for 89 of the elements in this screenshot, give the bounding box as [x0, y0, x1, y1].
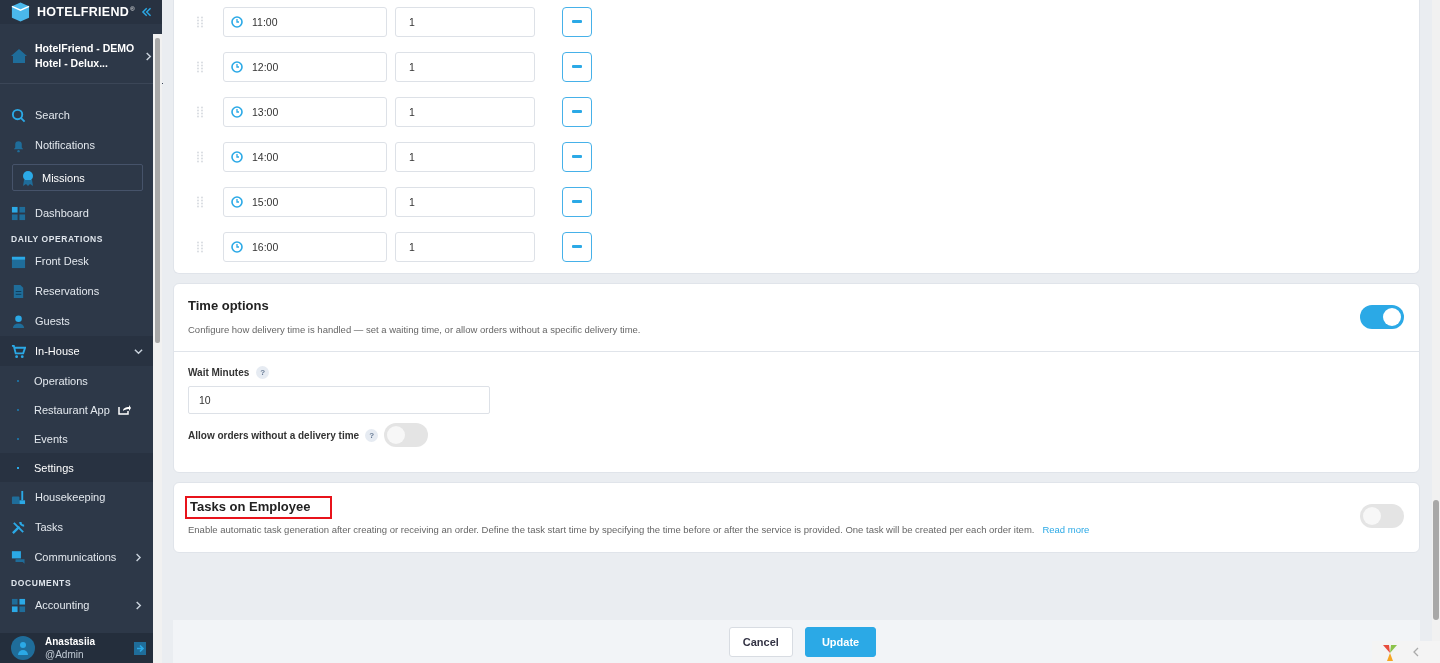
- avatar: [11, 636, 35, 660]
- minus-icon: [572, 65, 582, 68]
- time-field[interactable]: 11:00: [223, 6, 387, 37]
- minus-icon: [572, 110, 582, 113]
- nav-item[interactable]: Notifications: [0, 130, 153, 160]
- drag-handle-icon[interactable]: [197, 15, 203, 28]
- nav-item[interactable]: Accounting: [0, 590, 153, 620]
- clock-icon: [231, 195, 243, 208]
- card-description: Enable automatic task generation after creating or receiving an order. Define the task start time by specifying the time before or after the service is provided. One task will be created per each order item. Read more: [188, 524, 1090, 535]
- clock-icon: [231, 105, 243, 118]
- field-label: Wait Minutes: [188, 367, 250, 378]
- double-chevron-icon[interactable]: [140, 6, 152, 18]
- nav-item[interactable]: Search: [0, 100, 153, 130]
- time-field[interactable]: 16:00: [223, 231, 387, 262]
- toggle-switch[interactable]: [1360, 504, 1404, 528]
- user-name: Anastasiia: [45, 635, 96, 648]
- card-description: Configure how delivery time is handled — set a waiting time, or allow orders without a specific delivery time.: [188, 324, 641, 335]
- subnav-item[interactable]: Settings: [0, 453, 153, 482]
- time-field[interactable]: 14:00: [223, 141, 387, 172]
- logout-icon[interactable]: [134, 641, 146, 655]
- document-icon: [11, 283, 26, 299]
- remove-button[interactable]: [562, 231, 592, 262]
- clock-icon: [231, 15, 243, 28]
- toggle-switch[interactable]: [384, 423, 429, 447]
- chat-icon: [11, 549, 26, 565]
- quantity-field[interactable]: 1: [395, 6, 535, 37]
- minus-icon: [572, 155, 582, 158]
- subnav-item[interactable]: Operations: [0, 366, 153, 395]
- subnav-item[interactable]: Events: [0, 424, 153, 453]
- nav-item[interactable]: In-House: [0, 336, 153, 366]
- quantity-field[interactable]: 1: [395, 51, 535, 82]
- help-icon[interactable]: ?: [365, 428, 379, 442]
- time-field[interactable]: 13:00: [223, 96, 387, 127]
- nav-item[interactable]: Guests: [0, 306, 153, 336]
- dashboard-icon: [11, 205, 26, 221]
- brand-name: HOTELFRIEND: [36, 5, 130, 19]
- drag-handle-icon[interactable]: [197, 105, 203, 118]
- search-icon: [11, 107, 26, 123]
- section-heading: DAILY OPERATIONS: [10, 233, 105, 246]
- subnav-item[interactable]: Restaurant App: [0, 395, 153, 424]
- quantity-field[interactable]: 1: [395, 96, 535, 127]
- minus-icon: [572, 245, 582, 248]
- wait-minutes-field[interactable]: 10: [188, 386, 490, 414]
- cancel-button[interactable]: Cancel: [728, 626, 793, 657]
- nav-item[interactable]: Housekeeping: [0, 482, 153, 512]
- ribbon-icon: [21, 169, 35, 186]
- wrench-icon: [11, 519, 26, 535]
- drag-handle-icon[interactable]: [197, 195, 203, 208]
- remove-button[interactable]: [562, 96, 592, 127]
- section-heading: DOCUMENTS: [10, 577, 73, 590]
- person-icon: [11, 313, 26, 329]
- nav-item[interactable]: Front Desk: [0, 246, 153, 276]
- nav-item[interactable]: Tasks: [0, 512, 153, 542]
- help-icon[interactable]: ?: [256, 366, 270, 379]
- time-field[interactable]: 12:00: [223, 51, 387, 82]
- grid-icon: [11, 597, 26, 613]
- drag-handle-icon[interactable]: [197, 150, 203, 163]
- chevron-icon[interactable]: [1412, 647, 1420, 657]
- user-role: @Admin: [45, 648, 85, 661]
- house-icon: [11, 49, 27, 63]
- remove-button[interactable]: [562, 141, 592, 172]
- toggle-switch[interactable]: [1360, 304, 1404, 329]
- quantity-field[interactable]: 1: [395, 141, 535, 172]
- drag-handle-icon[interactable]: [197, 240, 203, 253]
- remove-button[interactable]: [562, 51, 592, 82]
- card-title: Tasks on Employee: [185, 496, 333, 519]
- quantity-field[interactable]: 1: [395, 231, 535, 262]
- clock-icon: [231, 240, 243, 253]
- card-title: Time options: [188, 298, 270, 313]
- nav-item[interactable]: Reservations: [0, 276, 153, 306]
- time-field[interactable]: 15:00: [223, 186, 387, 217]
- minus-icon: [572, 200, 582, 203]
- missions-button[interactable]: Missions: [12, 164, 143, 191]
- chevron-icon: [144, 51, 153, 61]
- field-label: Allow orders without a delivery time: [188, 429, 360, 441]
- nav-item[interactable]: Communications: [0, 542, 153, 572]
- leaf-logo-icon: [1380, 643, 1400, 661]
- nav-item[interactable]: Dashboard: [0, 198, 153, 228]
- remove-button[interactable]: [562, 6, 592, 37]
- remove-button[interactable]: [562, 186, 592, 217]
- cube-logo-icon: [10, 1, 31, 23]
- clock-icon: [231, 60, 243, 73]
- hotel-name: HotelFriend - DEMO Hotel - Delux...: [35, 41, 136, 71]
- broom-icon: [11, 489, 26, 505]
- drag-handle-icon[interactable]: [197, 60, 203, 73]
- clock-icon: [231, 150, 243, 163]
- minus-icon: [572, 20, 582, 23]
- quantity-field[interactable]: 1: [395, 186, 535, 217]
- cart-icon: [11, 343, 26, 359]
